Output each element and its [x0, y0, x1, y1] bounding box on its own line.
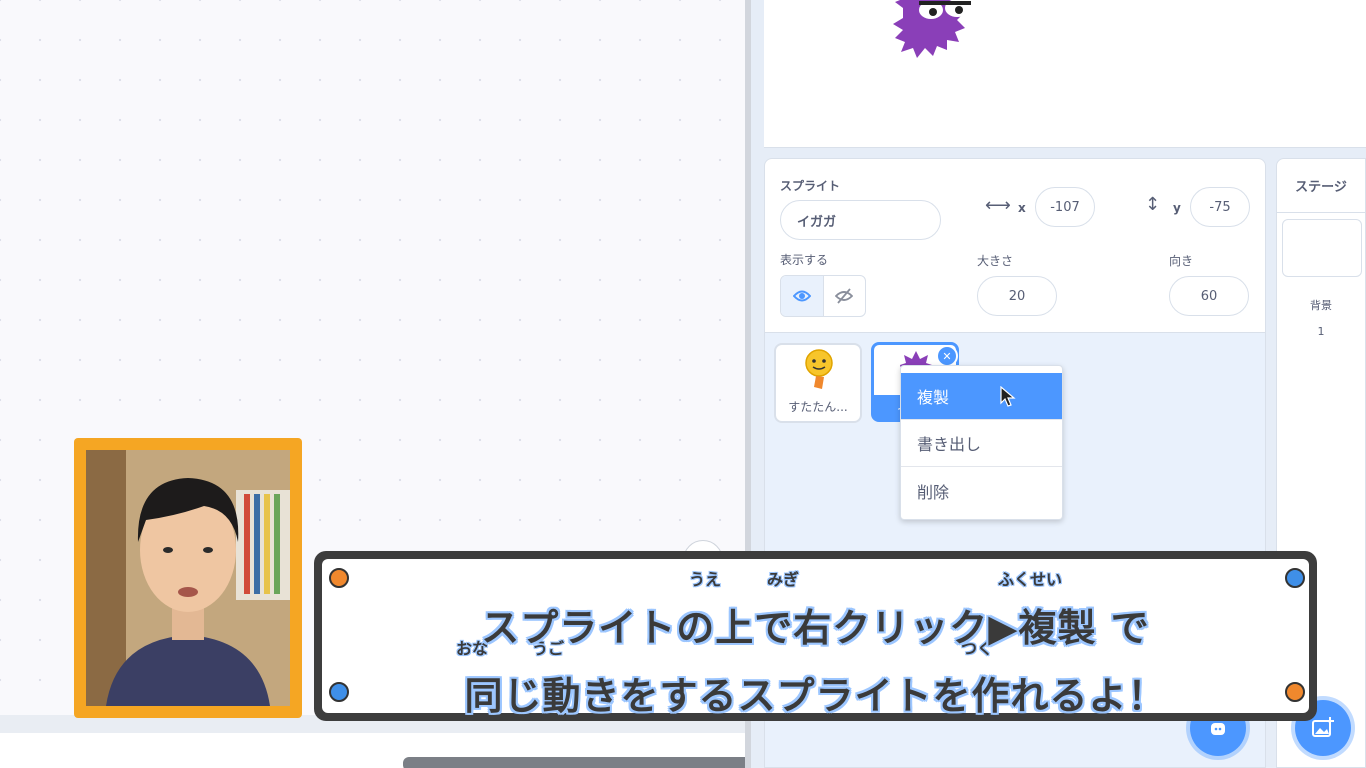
size-input[interactable]: 20	[977, 276, 1057, 316]
presenter-video	[86, 450, 290, 706]
eye-icon	[792, 290, 811, 302]
sprite-label: スプライト	[780, 179, 841, 193]
context-menu-export[interactable]: 書き出し	[901, 420, 1062, 467]
caption-corner-dot	[329, 568, 349, 588]
sutatan-sprite-icon	[805, 349, 833, 389]
caption-ruby: みぎ	[767, 570, 800, 589]
horizontal-arrows-icon: ⟷	[985, 195, 1011, 216]
stage-panel-title: ステージ	[1277, 159, 1365, 213]
y-label: y	[1173, 201, 1181, 215]
sprite-thumbnail-label: すたたん...	[788, 400, 848, 414]
caption-line-2: 同じ動きをするスプライトを作れるよ！	[464, 674, 1167, 718]
direction-input[interactable]: 60	[1169, 276, 1249, 316]
stage-canvas[interactable]	[764, 0, 1366, 148]
x-label: x	[1018, 201, 1026, 215]
cat-face-icon	[1211, 723, 1225, 735]
presenter-webcam	[74, 438, 302, 718]
image-plus-icon	[1312, 717, 1334, 737]
hide-button[interactable]	[824, 276, 866, 316]
backdrop-label: 背景	[1310, 299, 1332, 312]
sprite-name-input[interactable]: イガガ	[780, 200, 941, 240]
caption-line-1: スプライトの上で右クリック▶複製 で	[481, 606, 1150, 650]
delete-sprite-icon[interactable]: ✕	[936, 345, 958, 367]
caption-box: うえ みぎ ふくせい おな うご つく スプライトの上で右クリック▶複製 で 同…	[314, 551, 1317, 721]
x-position-input[interactable]: -107	[1035, 187, 1095, 227]
show-label: 表示する	[780, 253, 829, 267]
caption-ruby: うえ	[689, 570, 722, 589]
eye-slash-icon	[835, 288, 854, 304]
visibility-toggle	[780, 275, 866, 317]
context-menu-delete[interactable]: 削除	[901, 467, 1062, 514]
backdrop-count: 1	[1317, 325, 1325, 338]
direction-label: 向き	[1169, 254, 1194, 268]
y-position-input[interactable]: -75	[1190, 187, 1250, 227]
vertical-arrows-icon: ↕	[1145, 194, 1161, 215]
sprite-thumbnail-sutatan[interactable]: すたたん...	[774, 343, 862, 423]
sprite-info-panel: スプライト イガガ ⟷ x -107 ↕ y -75 表示する 大きさ 20 向…	[764, 158, 1266, 333]
stage-thumbnail[interactable]	[1282, 219, 1362, 277]
igaga-sprite-on-stage[interactable]	[885, 0, 977, 64]
context-menu: 複製 書き出し 削除	[900, 365, 1063, 520]
caption-ruby: ふくせい	[998, 570, 1063, 589]
mouse-cursor-icon	[1000, 386, 1016, 407]
caption-inner: うえ みぎ ふくせい おな うご つく スプライトの上で右クリック▶複製 で 同…	[322, 559, 1309, 718]
show-button[interactable]	[781, 276, 824, 316]
presenter-image	[86, 450, 290, 706]
caption-corner-dot	[1285, 568, 1305, 588]
context-menu-duplicate[interactable]: 複製	[901, 373, 1062, 420]
size-label: 大きさ	[977, 254, 1014, 268]
